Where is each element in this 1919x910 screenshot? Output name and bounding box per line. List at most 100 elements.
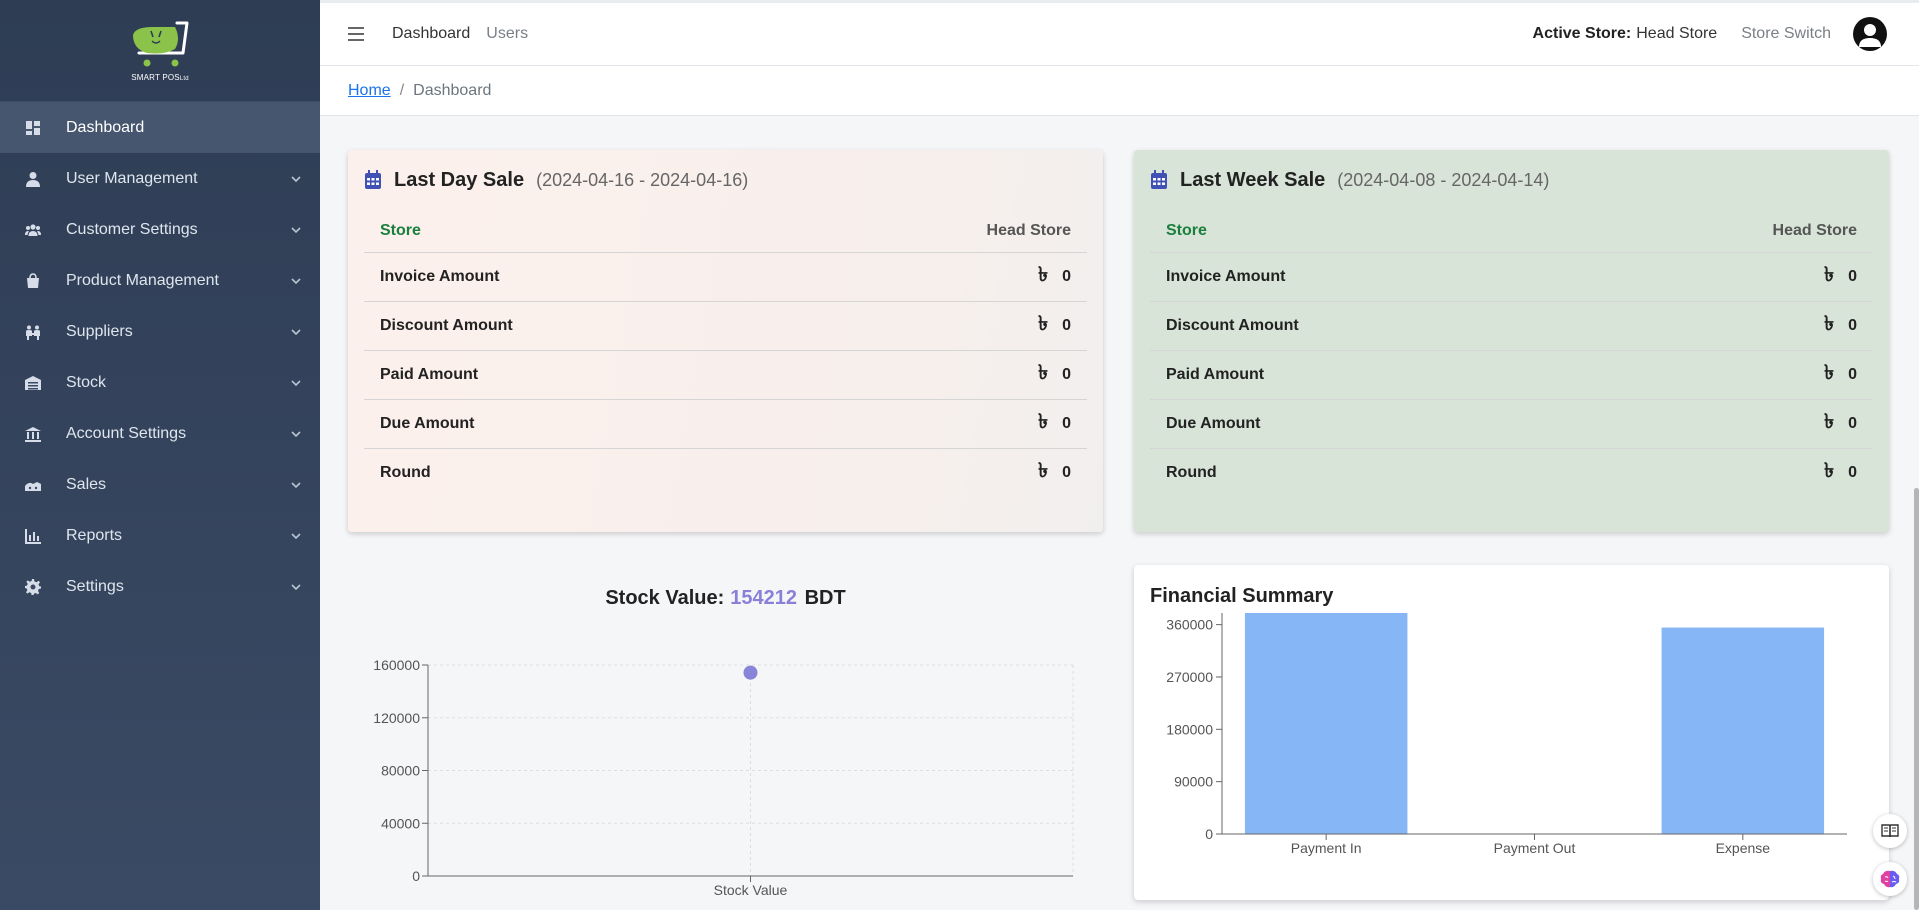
- sidebar-item-label: Customer Settings: [66, 220, 198, 238]
- users-group-icon: [24, 221, 42, 239]
- nav-link-users[interactable]: Users: [486, 25, 528, 43]
- store-name-header: Head Store: [787, 210, 1087, 253]
- user-icon: [24, 170, 42, 188]
- taka-currency-icon: ৳: [1038, 411, 1049, 433]
- table-header-row: Store Head Store: [1150, 210, 1873, 253]
- chevron-down-icon: [290, 428, 302, 440]
- table-row: Invoice Amount ৳ 0: [364, 252, 1087, 302]
- brain-assistant-icon[interactable]: [1873, 862, 1907, 896]
- sidebar-item-label: Suppliers: [66, 322, 133, 340]
- stock-chart: 0 40000 80000 120000 160000 Stock Value: [373, 657, 1074, 898]
- breadcrumb-current: Dashboard: [413, 81, 492, 99]
- row-amount: ৳ 0: [787, 399, 1087, 449]
- taka-currency-icon: ৳: [1038, 460, 1049, 483]
- table-row: Paid Amount ৳ 0: [1150, 350, 1873, 400]
- brand-name: SMART POSLtd: [131, 73, 189, 82]
- y-tick-label: 0: [412, 868, 420, 884]
- chevron-down-icon: [290, 530, 302, 542]
- sidebar-item-settings[interactable]: Settings: [0, 561, 320, 612]
- row-label: Due Amount: [1150, 399, 1574, 449]
- sidebar-item-suppliers[interactable]: Suppliers: [0, 306, 320, 357]
- row-label: Paid Amount: [1150, 350, 1574, 400]
- card-title: Last Week Sale: [1180, 168, 1326, 191]
- date-range: (2024-04-08 - 2024-04-14): [1337, 169, 1550, 190]
- sidebar-item-account-settings[interactable]: Account Settings: [0, 408, 320, 459]
- table-row: Discount Amount ৳ 0: [364, 301, 1087, 351]
- sidebar-item-label: Product Management: [66, 271, 219, 289]
- menu-toggle-icon[interactable]: [348, 27, 364, 41]
- sidebar: SMART POSLtd Dashboard User Management C…: [0, 0, 320, 910]
- y-tick-label: 120000: [373, 710, 420, 726]
- sidebar-nav: Dashboard User Management Customer Setti…: [0, 102, 320, 612]
- store-name-header: Head Store: [1573, 210, 1873, 253]
- chevron-down-icon: [290, 173, 302, 185]
- row-amount: ৳ 0: [787, 252, 1087, 302]
- reader-icon[interactable]: [1873, 814, 1907, 848]
- page-scrollbar[interactable]: [1914, 488, 1919, 910]
- row-amount: ৳ 0: [1573, 252, 1873, 302]
- chevron-down-icon: [290, 275, 302, 287]
- warehouse-icon: [24, 374, 42, 392]
- sidebar-item-stock[interactable]: Stock: [0, 357, 320, 408]
- taka-currency-icon: ৳: [1038, 362, 1049, 384]
- sidebar-item-dashboard[interactable]: Dashboard: [0, 102, 320, 153]
- y-tick-label: 360000: [1166, 617, 1213, 633]
- brand-logo[interactable]: SMART POSLtd: [0, 0, 320, 102]
- financial-summary-card: Financial Summary 0 90000 180000 270000 3600…: [1134, 565, 1889, 900]
- y-tick-label: 270000: [1166, 669, 1213, 685]
- row-amount: ৳ 0: [1038, 460, 1071, 483]
- topbar: Dashboard Users Active Store: Head Store…: [320, 0, 1919, 66]
- breadcrumb-separator: /: [399, 81, 405, 99]
- breadcrumb: Home / Dashboard: [320, 66, 1919, 116]
- sidebar-item-label: Account Settings: [66, 424, 187, 442]
- nav-link-dashboard[interactable]: Dashboard: [392, 25, 470, 43]
- table-row: Round ৳ 0: [364, 448, 1087, 497]
- data-point: [743, 665, 758, 680]
- card-title: Last Day Sale: [394, 168, 525, 191]
- sidebar-item-reports[interactable]: Reports: [0, 510, 320, 561]
- chevron-down-icon: [290, 581, 302, 593]
- table-row: Discount Amount ৳ 0: [1150, 301, 1873, 351]
- y-tick-label: 180000: [1166, 721, 1213, 737]
- taka-currency-icon: ৳: [1824, 264, 1835, 286]
- row-label: Paid Amount: [364, 350, 788, 400]
- last-week-sale-card: Last Week Sale (2024-04-08 - 2024-04-14)…: [1134, 150, 1889, 532]
- gear-icon: [24, 578, 42, 596]
- sale-table: Store Head Store Invoice Amount ৳ 0 Discou…: [364, 210, 1087, 497]
- sidebar-item-customer-settings[interactable]: Customer Settings: [0, 204, 320, 255]
- table-row: Invoice Amount ৳ 0: [1150, 252, 1873, 302]
- taka-currency-icon: ৳: [1824, 313, 1835, 335]
- supplier-icon: [24, 323, 42, 341]
- sidebar-item-label: Dashboard: [66, 118, 145, 136]
- breadcrumb-home-link[interactable]: Home: [348, 82, 391, 100]
- sidebar-item-label: Settings: [66, 577, 124, 595]
- sale-table: Store Head Store Invoice Amount ৳ 0 Discou…: [1150, 210, 1873, 497]
- sidebar-item-user-management[interactable]: User Management: [0, 153, 320, 204]
- stock-value-panel: Stock Value: 154212 BDT 0 40000 80000 120000…: [348, 565, 1103, 910]
- y-tick-label: 160000: [373, 657, 420, 673]
- x-tick-label: Payment In: [1291, 840, 1362, 856]
- y-tick-label: 90000: [1174, 774, 1213, 790]
- row-label: Invoice Amount: [1150, 252, 1574, 302]
- row-label: Invoice Amount: [364, 252, 788, 302]
- sidebar-item-product-management[interactable]: Product Management: [0, 255, 320, 306]
- chevron-down-icon: [290, 377, 302, 389]
- table-row: Due Amount ৳ 0: [1150, 399, 1873, 449]
- sidebar-item-label: Sales: [66, 475, 107, 493]
- taka-currency-icon: ৳: [1824, 460, 1835, 483]
- date-range: (2024-04-16 - 2024-04-16): [536, 169, 749, 190]
- chevron-down-icon: [290, 326, 302, 338]
- card-header: Last Day Sale (2024-04-16 - 2024-04-16): [364, 150, 1087, 210]
- user-avatar-icon[interactable]: [1853, 17, 1887, 51]
- store-switch-link[interactable]: Store Switch: [1741, 25, 1831, 43]
- dashboard-icon: [24, 119, 42, 137]
- row-amount: ৳ 0: [787, 350, 1087, 400]
- y-tick-label: 0: [1205, 826, 1213, 842]
- active-store-label: Active Store:: [1532, 25, 1632, 42]
- sidebar-item-sales[interactable]: Sales: [0, 459, 320, 510]
- row-label: Due Amount: [364, 399, 788, 449]
- row-amount: ৳ 0: [787, 301, 1087, 351]
- taka-currency-icon: ৳: [1824, 362, 1835, 384]
- y-tick-label: 40000: [381, 815, 420, 831]
- bar: [1244, 613, 1408, 834]
